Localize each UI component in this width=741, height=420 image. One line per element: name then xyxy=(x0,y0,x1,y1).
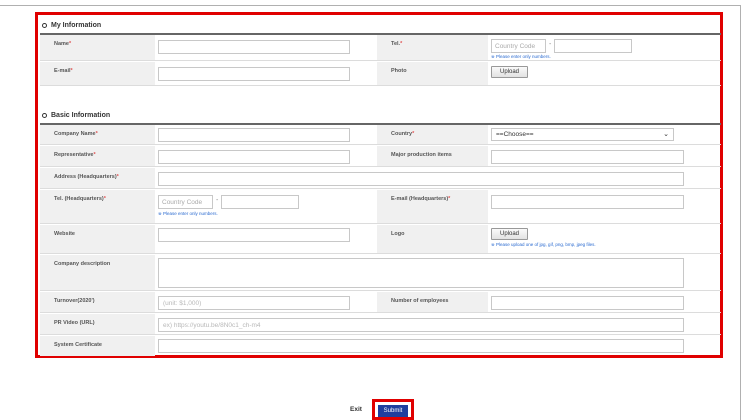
email-label: E-mail* xyxy=(40,62,155,85)
form-row-pr-video: PR Video (URL) ex) https://youtu.be/8N0c… xyxy=(40,314,721,335)
email-hq-label: E-mail (Headquarters)* xyxy=(377,190,488,223)
form-row-name-tel: Name* Tel.* Country Code - ※ Please ente… xyxy=(40,35,721,61)
form-row-tel-hq-email-hq: Tel. (Headquarters)* Country Code - ※ Pl… xyxy=(40,190,721,224)
form-row-address: Address (Headquarters)* xyxy=(40,168,721,189)
tel-dash: - xyxy=(549,41,552,48)
tel-hint: ※ Please enter only numbers. xyxy=(491,54,551,59)
turnover-input[interactable]: (unit: $1,000) xyxy=(158,296,350,310)
logo-upload-button[interactable]: Upload xyxy=(491,228,529,240)
tel-label: Tel.* xyxy=(377,35,488,60)
section-title-basic-information: Basic Information xyxy=(42,107,110,123)
employees-input[interactable] xyxy=(491,296,684,310)
website-input[interactable] xyxy=(158,228,350,242)
company-name-label: Company Name* xyxy=(40,125,155,144)
window-top-border xyxy=(0,5,741,6)
form-row-company-description: Company description xyxy=(40,255,721,291)
tel-country-code-input[interactable]: Country Code xyxy=(491,39,546,53)
pr-video-label: PR Video (URL) xyxy=(40,314,155,334)
turnover-label: Turnover(2020') xyxy=(40,292,155,312)
form-row-system-certificate: System Certificate xyxy=(40,336,721,356)
country-select[interactable]: ==Choose== ⌄ xyxy=(491,128,674,141)
pr-video-input[interactable]: ex) https://youtu.be/8N0c1_ch-m4 xyxy=(158,318,684,332)
photo-label: Photo xyxy=(377,62,488,85)
company-name-input[interactable] xyxy=(158,128,350,142)
exit-button[interactable]: Exit xyxy=(350,406,362,413)
registration-form: My Information Name* Tel.* Country Code … xyxy=(35,12,723,358)
section-bullet-icon xyxy=(42,112,47,118)
name-label: Name* xyxy=(40,35,155,60)
form-row-representative-items: Representative* Major production items xyxy=(40,146,721,167)
section-title-my-information: My Information xyxy=(42,17,101,33)
submit-button[interactable]: Submit xyxy=(378,405,408,417)
section-bullet-icon xyxy=(42,22,47,28)
country-label: Country* xyxy=(377,125,488,144)
logo-label: Logo xyxy=(377,225,488,253)
email-hq-input[interactable] xyxy=(491,195,684,209)
major-items-input[interactable] xyxy=(491,150,684,164)
email-input[interactable] xyxy=(158,67,350,81)
tel-hq-label: Tel. (Headquarters)* xyxy=(40,190,155,223)
major-items-label: Major production items xyxy=(377,146,488,166)
system-certificate-input[interactable] xyxy=(158,339,684,353)
form-row-email-photo: E-mail* Photo Upload xyxy=(40,62,721,86)
representative-label: Representative* xyxy=(40,146,155,166)
tel-hq-hint: ※ Please enter only numbers. xyxy=(158,211,218,216)
system-certificate-label: System Certificate xyxy=(40,336,155,356)
tel-hq-country-code-input[interactable]: Country Code xyxy=(158,195,213,209)
submit-highlight: Submit xyxy=(372,399,414,420)
form-row-website-logo: Website Logo Upload ※ Please upload one … xyxy=(40,225,721,254)
form-row-turnover-employees: Turnover(2020') (unit: $1,000) Number of… xyxy=(40,292,721,313)
logo-hint: ※ Please upload one of jpg, gif, png, bm… xyxy=(491,242,596,247)
tel-number-input[interactable] xyxy=(554,39,632,53)
name-input[interactable] xyxy=(158,40,350,54)
address-label: Address (Headquarters)* xyxy=(40,168,155,188)
photo-upload-button[interactable]: Upload xyxy=(491,66,529,78)
address-input[interactable] xyxy=(158,172,684,186)
company-description-textarea[interactable] xyxy=(158,258,684,288)
chevron-down-icon: ⌄ xyxy=(663,131,669,138)
tel-hq-dash: - xyxy=(216,197,219,204)
form-row-company-country: Company Name* Country* ==Choose== ⌄ xyxy=(40,125,721,145)
tel-hq-number-input[interactable] xyxy=(221,195,299,209)
representative-input[interactable] xyxy=(158,150,350,164)
company-description-label: Company description xyxy=(40,255,155,290)
website-label: Website xyxy=(40,225,155,253)
employees-label: Number of employees xyxy=(377,292,488,312)
